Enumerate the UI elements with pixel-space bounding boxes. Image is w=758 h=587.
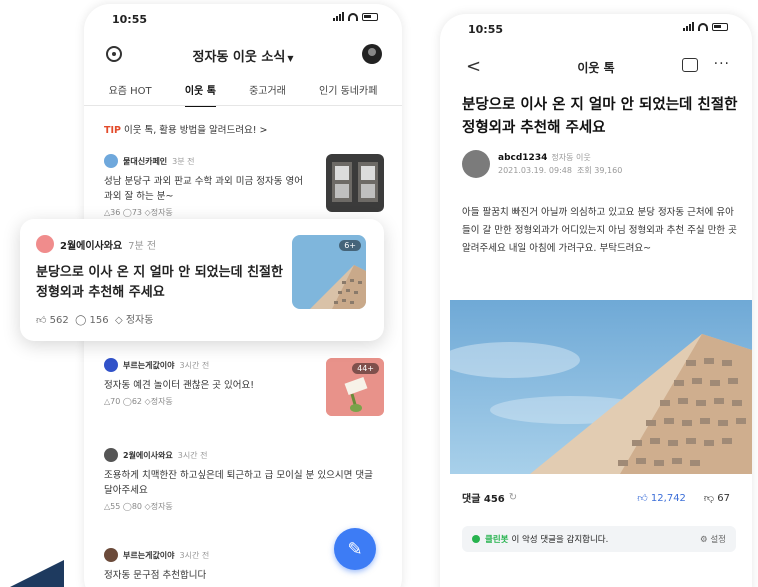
post-detail-screen: 10:55 < 이웃 톡 ··· 분당으로 이사 온 지 얼마 안 되었는데 친… — [440, 14, 752, 587]
share-icon[interactable] — [682, 58, 698, 72]
card-image: 6+ — [292, 235, 366, 309]
battery-icon — [712, 22, 728, 31]
clean-bot-brand: 클린봇 — [485, 535, 509, 545]
list-item[interactable]: 부르는게값이야 3시간 전 정자동 예견 놀이터 괜찮은 곳 있어요! △70 … — [104, 358, 384, 416]
signal-icon — [333, 12, 344, 21]
pencil-icon: ✎ — [347, 538, 363, 560]
location-title-text: 정자동 이웃 소식 — [192, 50, 286, 65]
avatar — [104, 358, 118, 372]
avatar — [104, 154, 118, 168]
image-count-badge: 6+ — [339, 240, 361, 251]
post-meta: 2월에이사와요 3시간 전 — [104, 448, 384, 462]
card-author: 2월에이사와요 — [60, 240, 123, 252]
post-time: 3시간 전 — [179, 550, 210, 560]
highlight-post-card[interactable]: 2월에이사와요 7분 전 분당으로 이사 온 지 얼마 안 되었는데 친절한 정… — [20, 219, 384, 341]
status-bar: 10:55 — [84, 4, 402, 34]
clean-bot-text: 이 악성 댓글을 감지합니다. — [511, 535, 609, 545]
clean-bot-setting[interactable]: ⚙ 설정 — [700, 533, 726, 545]
post-author: 2월에이사와요 — [123, 450, 173, 460]
list-item[interactable]: 물대신카페인 3분 전 성남 분당구 과외 판교 수학 과외 미금 정자동 영어… — [104, 154, 384, 218]
refresh-icon[interactable]: ↻ — [509, 492, 517, 503]
clean-bot-icon — [472, 535, 480, 543]
post-author: 부르는게값이야 — [123, 550, 175, 560]
location-pin-icon: ◇ — [114, 315, 123, 326]
comments-count[interactable]: 댓글 456 — [462, 490, 505, 505]
tab-hot[interactable]: 요즘 HOT — [109, 82, 152, 107]
thumbs-up-icon: 👍︎ — [36, 315, 47, 326]
author-block[interactable]: abcd1234 정자동 이웃 2021.03.19. 09:48 조회 39,1… — [462, 150, 622, 178]
avatar — [104, 448, 118, 462]
post-body: 정자동 예견 놀이터 괜찮은 곳 있어요! — [104, 380, 255, 391]
tip-tag: TIP — [104, 125, 121, 136]
wifi-icon — [348, 12, 358, 21]
author-id: abcd1234 — [498, 153, 548, 163]
signal-icon — [683, 22, 694, 31]
status-time: 10:55 — [468, 23, 504, 36]
tab-used-market[interactable]: 중고거래 — [249, 82, 286, 107]
tip-text: 이웃 톡, 활용 방법을 알려드려요! > — [123, 125, 268, 136]
post-body: 성남 분당구 과외 판교 수학 과외 미금 정자동 영어 과외 잘 하는 분~ — [104, 176, 303, 202]
post-time: 3시간 전 — [177, 450, 208, 460]
detail-title: 이웃 톡 — [577, 61, 615, 75]
status-bar: 10:55 — [440, 14, 752, 44]
detail-header: < 이웃 톡 ··· — [440, 54, 752, 80]
post-body: 정자동 문구점 추천합니다 — [104, 570, 207, 581]
post-thumbnail — [326, 154, 384, 212]
dislike-button[interactable]: 👎︎ 67 — [704, 492, 730, 504]
write-post-button[interactable]: ✎ — [334, 528, 376, 570]
post-stats: △55 ◯80 ◇정자동 — [104, 502, 173, 511]
list-item[interactable]: 2월에이사와요 3시간 전 조용하게 치맥한잔 하고싶은데 퇴근하고 급 모이실… — [104, 448, 384, 512]
post-reactions: 댓글 456 ↻ 👍︎ 12,742 👎︎ 67 — [462, 490, 730, 505]
more-options-icon[interactable]: ··· — [714, 56, 730, 72]
card-time: 7분 전 — [128, 240, 157, 252]
post-body: 아들 팔꿈치 빠진거 아닐까 의심하고 있고요 분당 정자동 근처에 유아들이 … — [462, 207, 737, 254]
post-author: 부르는게값이야 — [123, 360, 175, 370]
feed-header: 정자동 이웃 소식 ▼ — [84, 42, 402, 70]
feed-tabs: 요즘 HOT 이웃 톡 중고거래 인기 동네카페 — [84, 82, 402, 107]
card-meta: 2월에이사와요 7분 전 — [36, 235, 156, 253]
author-location: 정자동 이웃 — [551, 153, 591, 162]
author-line: abcd1234 정자동 이웃 — [498, 152, 622, 163]
image-count-badge: 44+ — [352, 363, 379, 374]
post-body: 조용하게 치맥한잔 하고싶은데 퇴근하고 급 모이실 분 있으시면 댓글 달아주… — [104, 470, 373, 496]
author-info: abcd1234 정자동 이웃 2021.03.19. 09:48 조회 39,1… — [498, 152, 622, 176]
avatar — [36, 235, 54, 253]
dislikes-count: 67 — [717, 492, 730, 504]
location-title[interactable]: 정자동 이웃 소식 ▼ — [84, 46, 402, 65]
system-icons — [683, 22, 728, 31]
post-time: 3분 전 — [172, 156, 195, 166]
card-comments: 156 — [89, 315, 109, 326]
profile-avatar[interactable] — [362, 44, 382, 64]
card-headline: 분당으로 이사 온 지 얼마 안 되었는데 친절한 정형외과 추천해 주세요 — [36, 265, 283, 300]
thumbs-down-icon: 👎︎ — [703, 492, 715, 504]
card-stats: 👍︎ 562 ◯ 156 ◇ 정자동 — [36, 311, 153, 326]
likes-count: 12,742 — [650, 492, 686, 504]
post-info: 2021.03.19. 09:48 조회 39,160 — [498, 165, 622, 176]
comment-icon: ◯ — [75, 315, 87, 326]
wifi-icon — [698, 22, 708, 31]
battery-icon — [362, 12, 378, 21]
post-headline: 분당으로 이사 온 지 얼마 안 되었는데 친절한 정형외과 추천해 주세요 — [462, 97, 738, 136]
status-time: 10:55 — [112, 13, 148, 26]
tab-popular-cafe[interactable]: 인기 동네카페 — [319, 82, 377, 107]
clean-bot-bar: 클린봇 이 악성 댓글을 감지합니다. ⚙ 설정 — [462, 526, 736, 552]
post-time: 3시간 전 — [179, 360, 210, 370]
tip-banner[interactable]: TIP 이웃 톡, 활용 방법을 알려드려요! > — [104, 122, 268, 136]
tab-neighbor-talk[interactable]: 이웃 톡 — [184, 82, 216, 107]
decorative-arrow — [8, 560, 64, 587]
tab-divider — [84, 105, 402, 106]
like-button[interactable]: 👍︎ 12,742 — [637, 492, 686, 504]
post-date: 2021.03.19. 09:48 — [498, 166, 572, 175]
post-thumbnail: 44+ — [326, 358, 384, 416]
system-icons — [333, 12, 378, 21]
post-author: 물대신카페인 — [123, 156, 168, 166]
avatar — [104, 548, 118, 562]
avatar — [462, 150, 490, 178]
card-location: 정자동 — [125, 315, 154, 326]
card-likes: 562 — [49, 315, 69, 326]
caret-down-icon: ▼ — [287, 54, 294, 63]
post-views: 조회 39,160 — [577, 166, 623, 175]
post-photo — [450, 300, 752, 474]
thumbs-up-icon: 👍︎ — [637, 492, 648, 504]
